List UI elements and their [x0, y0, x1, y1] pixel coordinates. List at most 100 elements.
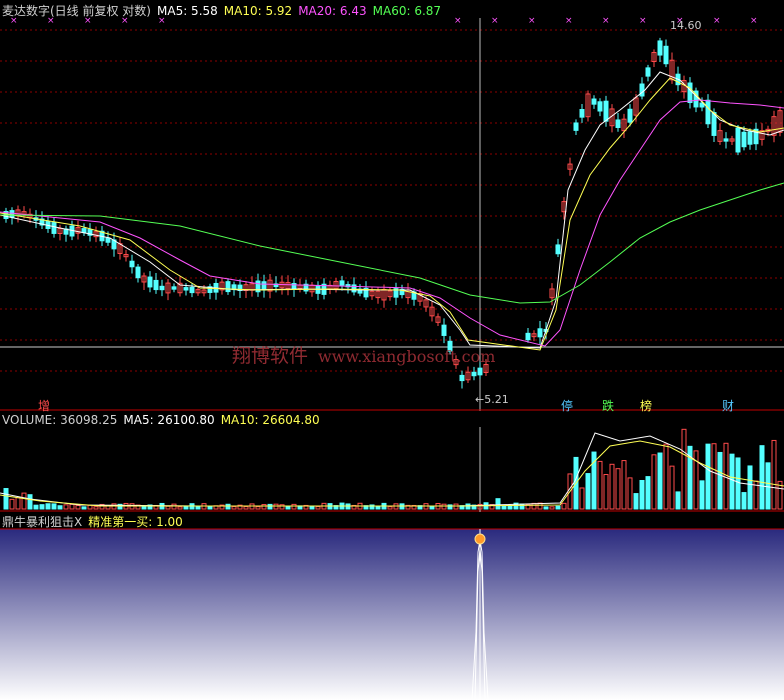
candle-down — [627, 108, 633, 123]
volume-bar-down — [765, 462, 771, 510]
price-panel[interactable]: × × × × × × × × × × × × × × 麦达数字(日线 前复权 对数) MA5: 5.58 M… — [0, 0, 784, 414]
candle-down — [189, 286, 195, 294]
volume-bar-up — [9, 498, 15, 510]
volume-bar-up — [597, 460, 603, 510]
low-price-label: ←5.21 — [475, 393, 509, 406]
stock-title: 麦达数字(日线 前复权 对数) — [2, 4, 151, 18]
event-badge-cai[interactable]: 财 — [722, 397, 734, 414]
candle-down — [153, 279, 159, 291]
candle-down — [579, 109, 585, 118]
event-badge-ting[interactable]: 停 — [561, 397, 573, 414]
volume-bar-down — [207, 506, 213, 510]
candle-down — [171, 286, 177, 290]
volume-bar-up — [651, 454, 657, 510]
low-price-value: 5.21 — [484, 393, 509, 406]
indicator-chart[interactable] — [0, 512, 784, 700]
volume-bar-down — [27, 494, 33, 510]
signal-marker: × — [565, 16, 573, 26]
volume-bar-down — [495, 498, 501, 510]
volume-bar-down — [225, 503, 231, 510]
signal-marker: × — [491, 16, 499, 26]
volume-bar-down — [267, 503, 273, 510]
volume-bar-up — [255, 506, 261, 510]
volume-bar-up — [387, 506, 393, 510]
volume-bar-down — [585, 473, 591, 510]
candle-down — [657, 40, 663, 56]
volume-bar-down — [183, 505, 189, 510]
ma60-value: MA60: 6.87 — [372, 4, 442, 18]
volume-bar-down — [285, 506, 291, 510]
volume-bar-down — [33, 504, 39, 510]
candle-down — [639, 83, 645, 97]
volume-bar-up — [177, 506, 183, 510]
volume-bar-up — [291, 503, 297, 510]
candle-down — [147, 276, 153, 288]
event-badge-die[interactable]: 跌 — [602, 397, 614, 414]
indicator-panel[interactable]: 鼎牛暴利狙击X 精准第一买: 1.00 — [0, 512, 784, 700]
event-badge-bang[interactable]: 榜 — [640, 397, 652, 414]
signal-marker: × — [454, 16, 462, 26]
volume-panel[interactable]: VOLUME: 36098.25 MA5: 26100.80 MA10: 26604… — [0, 411, 784, 512]
candle-down — [183, 287, 189, 291]
volume-bar-up — [621, 460, 627, 510]
volume-ma5: MA5: 26100.80 — [123, 413, 215, 427]
high-price-label: 14.60 — [670, 19, 702, 32]
volume-bar-up — [15, 497, 21, 510]
watermark: 翔博软件 www.xiangbosoft.com — [232, 341, 495, 368]
signal-marker: × — [639, 16, 647, 26]
volume-bar-down — [519, 503, 525, 510]
volume-bar-down — [645, 476, 651, 510]
candle-down — [615, 119, 621, 128]
price-legend: 麦达数字(日线 前复权 对数) MA5: 5.58 MA10: 5.92 MA20: … — [2, 2, 447, 19]
volume-bar-up — [609, 463, 615, 510]
candle-down — [735, 127, 741, 153]
candle-down — [741, 131, 747, 148]
candle-down — [9, 210, 15, 218]
signal-marker: × — [713, 16, 721, 26]
volume-bar-up — [261, 504, 267, 510]
volume-ma10: MA10: 26604.80 — [220, 413, 320, 427]
volume-bar-down — [717, 451, 723, 510]
volume-bar-up — [561, 502, 567, 510]
volume-bar-up — [669, 465, 675, 510]
candle-down — [747, 131, 753, 145]
volume-bar-down — [57, 505, 63, 510]
volume-bar-down — [675, 491, 681, 510]
volume-bar-down — [501, 505, 507, 510]
volume-bar-down — [195, 506, 201, 510]
candle-down — [51, 222, 57, 234]
ma5-value: MA5: 5.58 — [157, 4, 218, 18]
candle-down — [573, 122, 579, 131]
volume-bar-down — [39, 504, 45, 510]
volume-bar-up — [93, 506, 99, 510]
candle-down — [537, 328, 543, 338]
volume-bar-up — [315, 506, 321, 510]
candle-down — [705, 99, 711, 125]
candle-down — [603, 100, 609, 122]
volume-bar-down — [3, 488, 9, 510]
event-badge-zeng[interactable]: 增 — [38, 397, 50, 414]
candle-down — [129, 260, 135, 268]
signal-marker: × — [750, 16, 758, 26]
volume-bar-down — [429, 505, 435, 510]
volume-bar-up — [549, 506, 555, 510]
ma5-line — [0, 71, 784, 349]
volume-bar-up — [579, 487, 585, 510]
watermark-url: www.xiangbosoft.com — [318, 347, 496, 366]
volume-value: VOLUME: 36098.25 — [2, 413, 118, 427]
watermark-cn: 翔博软件 — [232, 345, 309, 367]
volume-bar-up — [627, 477, 633, 510]
signal-marker: × — [602, 16, 610, 26]
volume-bar-down — [741, 492, 747, 510]
volume-bar-up — [231, 506, 237, 510]
candle-down — [645, 67, 651, 77]
volume-bar-up — [615, 468, 621, 510]
volume-bar-down — [375, 506, 381, 510]
candle-down — [441, 324, 447, 336]
volume-bar-up — [63, 504, 69, 510]
candle-down — [687, 82, 693, 104]
candle-down — [105, 237, 111, 243]
candle-down — [525, 332, 531, 341]
candle-down — [225, 281, 231, 293]
volume-bar-down — [705, 443, 711, 510]
